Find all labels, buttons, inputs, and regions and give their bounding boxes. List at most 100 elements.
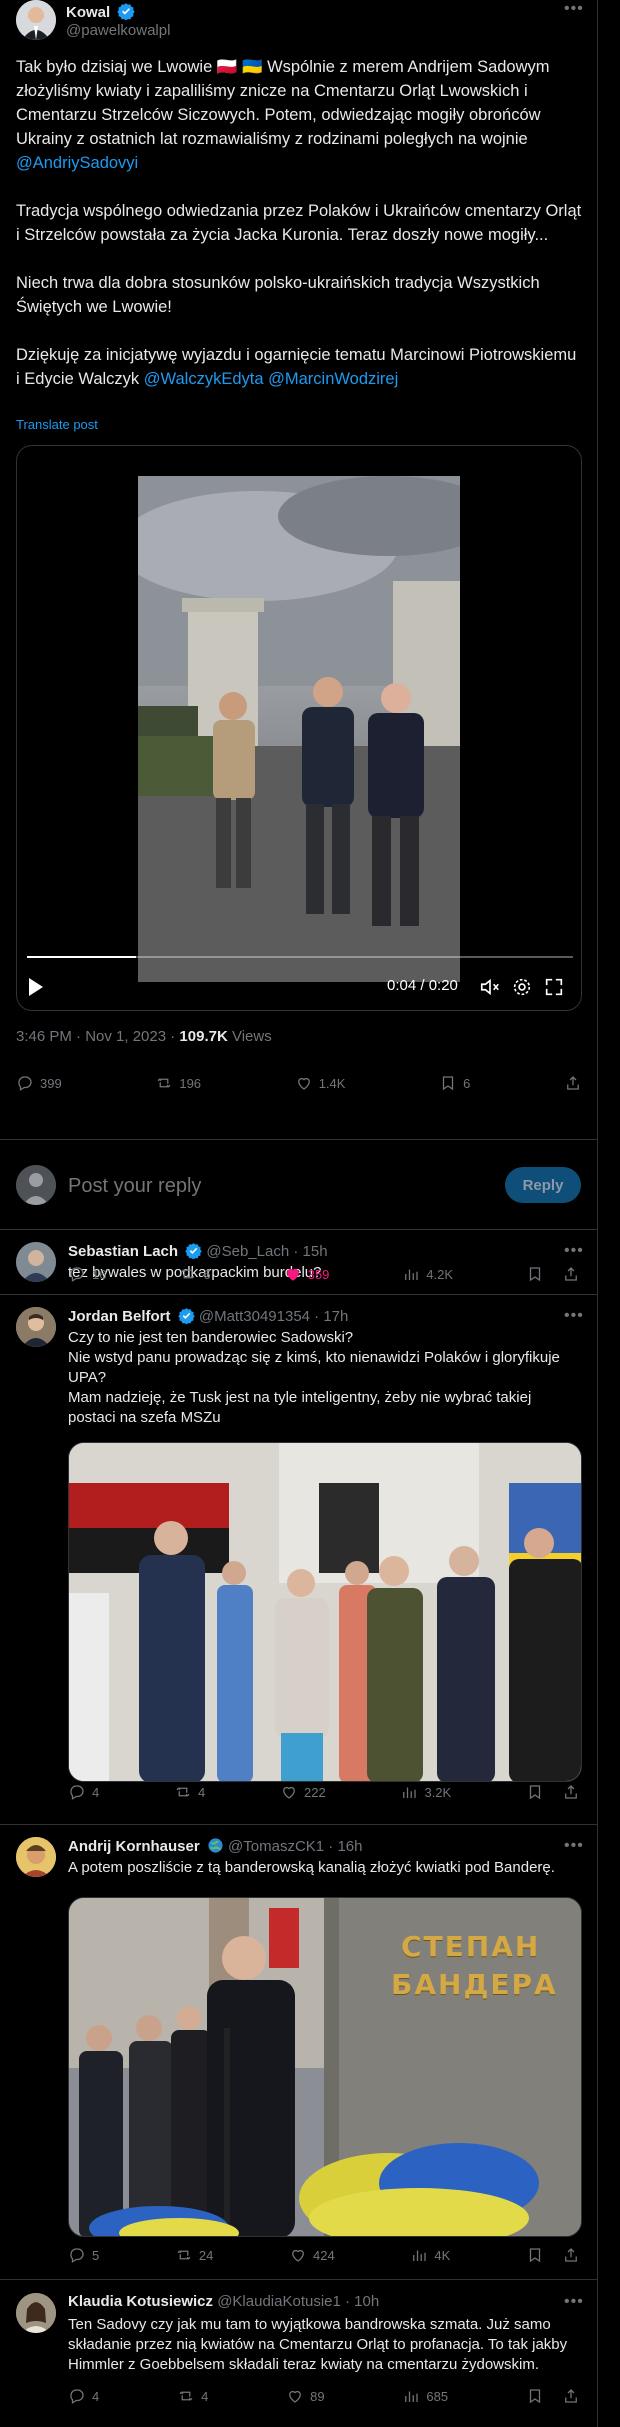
reply-post[interactable]: Jordan Belfort @Matt30491354 · 17h ••• C… bbox=[0, 1295, 598, 1825]
video-player[interactable]: 0:04 / 0:20 bbox=[16, 445, 582, 1011]
avatar[interactable] bbox=[16, 1307, 56, 1347]
reply-count: 16 bbox=[92, 1266, 107, 1282]
views-button[interactable]: 4.2K bbox=[402, 1265, 453, 1283]
reply-author-handle[interactable]: @Seb_Lach bbox=[206, 1243, 289, 1260]
repost-button[interactable]: 24 bbox=[175, 2246, 213, 2264]
reply-button[interactable]: 4 bbox=[68, 2387, 99, 2405]
reply-actions: 4 4 222 3.2K bbox=[68, 1783, 580, 1801]
avatar[interactable] bbox=[16, 2293, 56, 2333]
analytics-icon bbox=[405, 1269, 418, 1280]
reply-button[interactable]: 4 bbox=[68, 1783, 99, 1801]
reply-time[interactable]: · 10h bbox=[345, 2293, 379, 2310]
bookmark-button[interactable]: 6 bbox=[439, 1074, 470, 1092]
post-meta: 3:46 PM · Nov 1, 2023 · 109.7K Views bbox=[16, 1028, 272, 1045]
reply-author-name[interactable]: Klaudia Kotusiewicz bbox=[68, 2293, 213, 2310]
repost-icon bbox=[179, 2391, 193, 2401]
reply-actions: 4 4 89 685 bbox=[68, 2387, 580, 2405]
mention-link[interactable]: @AndriySadovyi bbox=[16, 154, 138, 172]
bookmark-button[interactable] bbox=[526, 2246, 544, 2264]
more-options-icon[interactable]: ••• bbox=[564, 2293, 584, 2311]
repost-button[interactable]: 196 bbox=[155, 1074, 201, 1092]
like-button[interactable]: 222 bbox=[280, 1783, 326, 1801]
reply-text: Ten Sadovy czy jak mu tam to wyjątkowa b… bbox=[68, 2316, 568, 2373]
post-paragraph: Tak było dzisiaj we Lwowie 🇵🇱 🇺🇦 Wspólni… bbox=[16, 58, 550, 172]
reply-author-name[interactable]: Jordan Belfort bbox=[68, 1308, 171, 1325]
reply-time[interactable]: · 15h bbox=[293, 1243, 327, 1260]
reply-post[interactable]: Andrij Kornhauser @TomaszCK1 · 16h ••• A… bbox=[0, 1825, 598, 2280]
mention-link[interactable]: @WalczykEdyta bbox=[144, 370, 264, 388]
post-paragraph: Tradycja wspólnego odwiedzania przez Pol… bbox=[16, 202, 582, 244]
reply-author-handle[interactable]: @TomaszCK1 bbox=[228, 1838, 324, 1855]
views-button[interactable]: 3.2K bbox=[400, 1783, 451, 1801]
more-options-icon[interactable]: ••• bbox=[564, 1837, 584, 1855]
fullscreen-icon[interactable] bbox=[543, 976, 565, 998]
like-button[interactable]: 89 bbox=[286, 2387, 325, 2405]
reply-time[interactable]: · 16h bbox=[328, 1838, 362, 1855]
reply-icon bbox=[70, 2248, 84, 2263]
reply-image[interactable] bbox=[68, 1442, 582, 1782]
group-photo-image bbox=[69, 1443, 581, 1781]
heart-icon bbox=[297, 1077, 310, 1090]
views-button[interactable]: 685 bbox=[402, 2387, 448, 2405]
translate-post-link[interactable]: Translate post bbox=[16, 417, 98, 432]
bookmark-button[interactable] bbox=[526, 1265, 544, 1283]
like-button[interactable]: 1.4K bbox=[295, 1074, 345, 1092]
like-button[interactable]: 359 bbox=[284, 1265, 329, 1283]
reply-time[interactable]: · 17h bbox=[314, 1308, 348, 1325]
analytics-icon bbox=[413, 2250, 427, 2261]
views-button[interactable]: 4K bbox=[410, 2246, 450, 2264]
repost-button[interactable]: 4 bbox=[177, 2387, 208, 2405]
avatar[interactable] bbox=[16, 1837, 56, 1877]
share-button[interactable] bbox=[562, 1783, 580, 1801]
reply-author-name[interactable]: Andrij Kornhauser bbox=[68, 1838, 200, 1855]
reply-header: Andrij Kornhauser @TomaszCK1 · 16h bbox=[68, 1837, 363, 1855]
share-icon bbox=[565, 1785, 577, 1799]
avatar[interactable] bbox=[16, 1242, 56, 1282]
repost-button[interactable]: 6 bbox=[179, 1265, 211, 1283]
mention-link[interactable]: @MarcinWodzirej bbox=[268, 370, 398, 388]
reply-submit-button[interactable]: Reply bbox=[505, 1167, 581, 1203]
reply-text: Czy to nie jest ten banderowiec Sadowski… bbox=[68, 1328, 580, 1428]
bookmark-button[interactable] bbox=[526, 2387, 544, 2405]
reply-author-handle[interactable]: @KlaudiaKotusie1 bbox=[217, 2293, 341, 2310]
like-button[interactable]: 424 bbox=[289, 2246, 335, 2264]
reply-input[interactable] bbox=[68, 1170, 468, 1202]
share-button[interactable] bbox=[564, 1074, 582, 1092]
repost-button[interactable]: 4 bbox=[174, 1783, 205, 1801]
author-name[interactable]: Kowal bbox=[66, 2, 136, 21]
play-icon[interactable] bbox=[29, 978, 43, 996]
share-button[interactable] bbox=[562, 2387, 580, 2405]
bookmark-icon bbox=[529, 2248, 541, 2263]
avatar[interactable] bbox=[16, 0, 56, 40]
monument-inscription-line-2: БАНДЕРА bbox=[391, 1968, 558, 2001]
reply-author-handle[interactable]: @Matt30491354 bbox=[199, 1308, 310, 1325]
share-button[interactable] bbox=[562, 2246, 580, 2264]
more-options-icon[interactable]: ••• bbox=[564, 0, 584, 18]
settings-gear-icon[interactable] bbox=[511, 976, 533, 998]
video-progress-bar[interactable] bbox=[27, 956, 573, 958]
analytics-icon bbox=[403, 1787, 417, 1798]
reply-text: A potem poszliście z tą banderowską kana… bbox=[68, 1859, 555, 1876]
author-handle[interactable]: @pawelkowalpl bbox=[66, 22, 170, 39]
reply-header: Sebastian Lach @Seb_Lach · 15h bbox=[68, 1242, 328, 1260]
main-post-actions: 399 196 1.4K 6 bbox=[16, 1074, 582, 1092]
reply-image[interactable]: СТЕПАН БАНДЕРА bbox=[68, 1897, 582, 2237]
reply-post[interactable]: Sebastian Lach @Seb_Lach · 15h ••• tez b… bbox=[0, 1230, 598, 1295]
views-count: 4.2K bbox=[426, 1266, 454, 1282]
reply-text-line: Czy to nie jest ten banderowiec Sadowski… bbox=[68, 1329, 354, 1346]
reply-button[interactable]: 16 bbox=[68, 1265, 106, 1283]
like-count: 89 bbox=[310, 2388, 325, 2404]
volume-muted-icon[interactable] bbox=[479, 976, 501, 998]
reply-button[interactable]: 5 bbox=[68, 2246, 99, 2264]
more-options-icon[interactable]: ••• bbox=[564, 1307, 584, 1325]
post-timestamp[interactable]: 3:46 PM · Nov 1, 2023 · bbox=[16, 1028, 179, 1045]
share-icon bbox=[567, 1076, 579, 1090]
reply-button[interactable]: 399 bbox=[16, 1074, 62, 1092]
share-button[interactable] bbox=[562, 1265, 580, 1283]
more-options-icon[interactable]: ••• bbox=[564, 1242, 584, 1260]
bookmark-button[interactable] bbox=[526, 1783, 544, 1801]
current-user-avatar[interactable] bbox=[16, 1165, 56, 1205]
bookmark-icon bbox=[442, 1076, 454, 1091]
video-frame[interactable] bbox=[138, 476, 460, 982]
reply-author-name[interactable]: Sebastian Lach bbox=[68, 1243, 178, 1260]
